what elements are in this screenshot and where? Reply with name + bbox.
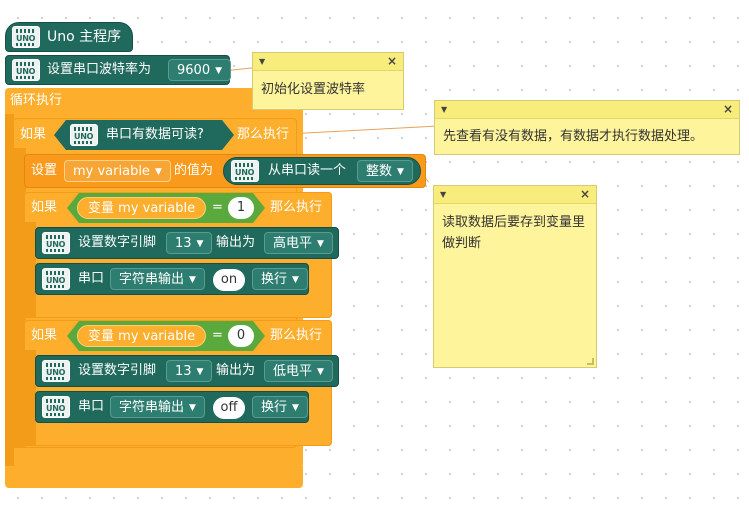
- chevron-down-icon: ▼: [189, 403, 196, 413]
- loop-label: 循环执行: [10, 93, 63, 108]
- comment-text[interactable]: 初始化设置波特率: [253, 71, 403, 110]
- uno-board-icon: UNO: [12, 59, 40, 81]
- chevron-down-icon: ▼: [292, 403, 299, 413]
- chevron-down-icon: ▼: [189, 275, 196, 285]
- pin-dropdown[interactable]: 13 ▼: [166, 360, 213, 382]
- serial-label: 串口: [78, 271, 105, 286]
- comment-check-data[interactable]: ▼ × 先查看有没有数据，有数据才执行数据处理。: [434, 100, 740, 155]
- uno-main-block[interactable]: UNO Uno 主程序: [5, 22, 133, 52]
- set-baud-block[interactable]: UNO 设置串口波特率为 9600 ▼: [5, 55, 232, 85]
- resize-handle[interactable]: [587, 358, 594, 365]
- if1-condition: 串口有数据可读?: [106, 127, 204, 142]
- if2-label: 如果: [31, 200, 58, 215]
- if1-label: 如果: [20, 127, 47, 142]
- op-equals: =: [212, 328, 223, 343]
- print-mode-dropdown[interactable]: 字符串输出 ▼: [110, 396, 205, 418]
- set-label: 设置: [31, 163, 58, 178]
- set-pin-label: 设置数字引脚: [78, 363, 157, 378]
- chevron-down-icon: ▼: [397, 167, 404, 177]
- newline-dropdown[interactable]: 换行 ▼: [252, 396, 308, 418]
- main-title: Uno 主程序: [47, 29, 122, 45]
- uno-board-icon: UNO: [42, 396, 70, 418]
- uno-board-icon: UNO: [42, 232, 70, 254]
- comment-link-line-2: [296, 125, 436, 134]
- comment-header[interactable]: ▼ ×: [253, 53, 403, 71]
- output-label: 输出为: [216, 363, 256, 378]
- loop-bottom: [5, 466, 303, 488]
- set-baud-label: 设置串口波特率为: [47, 62, 152, 77]
- chevron-down-icon: ▼: [154, 167, 162, 177]
- set-pin-label: 设置数字引脚: [78, 235, 157, 250]
- serial-print-on-block[interactable]: UNO 串口 字符串输出 ▼ on 换行 ▼: [35, 263, 309, 295]
- close-icon[interactable]: ×: [723, 102, 733, 116]
- chevron-down-icon: ▼: [317, 367, 324, 377]
- comment-link-line-1: [228, 67, 254, 71]
- uno-board-icon: UNO: [231, 160, 259, 182]
- serial-label: 串口: [78, 399, 105, 414]
- chevron-down-icon: ▼: [215, 66, 223, 76]
- read-type-dropdown[interactable]: 整数 ▼: [357, 160, 413, 182]
- uno-board-icon: UNO: [42, 360, 70, 382]
- if3-then-label: 那么执行: [270, 328, 323, 343]
- comment-baud[interactable]: ▼ × 初始化设置波特率: [252, 52, 404, 110]
- if3-label: 如果: [31, 328, 58, 343]
- collapse-triangle-icon[interactable]: ▼: [440, 190, 446, 199]
- serial-read-label: 从串口读一个: [268, 163, 347, 178]
- variable-dropdown[interactable]: my variable ▼: [64, 160, 171, 182]
- variable-getter[interactable]: 变量 my variable: [77, 325, 207, 347]
- close-icon[interactable]: ×: [387, 54, 397, 68]
- set-pin-low-block[interactable]: UNO 设置数字引脚 13 ▼ 输出为 低电平 ▼: [35, 355, 339, 387]
- compare-value-1[interactable]: 1: [228, 197, 254, 219]
- chevron-down-icon: ▼: [317, 239, 324, 249]
- newline-dropdown[interactable]: 换行 ▼: [252, 268, 308, 290]
- print-value-on[interactable]: on: [213, 269, 245, 291]
- uno-board-icon: UNO: [12, 26, 40, 48]
- compare-value-0[interactable]: 0: [228, 325, 254, 347]
- uno-board-icon: UNO: [42, 268, 70, 290]
- collapse-triangle-icon[interactable]: ▼: [441, 105, 447, 114]
- level-dropdown[interactable]: 高电平 ▼: [264, 232, 333, 254]
- serial-print-off-block[interactable]: UNO 串口 字符串输出 ▼ off 换行 ▼: [35, 391, 309, 423]
- variable-getter[interactable]: 变量 my variable: [77, 197, 207, 219]
- pin-dropdown[interactable]: 13 ▼: [166, 232, 213, 254]
- print-mode-dropdown[interactable]: 字符串输出 ▼: [110, 268, 205, 290]
- chevron-down-icon: ▼: [292, 275, 299, 285]
- collapse-triangle-icon[interactable]: ▼: [259, 57, 265, 66]
- output-label: 输出为: [216, 235, 256, 250]
- op-equals: =: [212, 200, 223, 215]
- comment-text[interactable]: 读取数据后要存到变量里做判断: [434, 204, 596, 264]
- value-of-label: 的值为: [174, 163, 214, 178]
- comment-header[interactable]: ▼ ×: [435, 101, 739, 119]
- chevron-down-icon: ▼: [196, 367, 204, 377]
- baud-dropdown[interactable]: 9600 ▼: [168, 59, 232, 81]
- set-pin-high-block[interactable]: UNO 设置数字引脚 13 ▼ 输出为 高电平 ▼: [35, 227, 339, 259]
- print-value-off[interactable]: off: [213, 397, 245, 419]
- comment-header[interactable]: ▼ ×: [434, 186, 596, 204]
- comment-text[interactable]: 先查看有没有数据，有数据才执行数据处理。: [435, 119, 739, 157]
- if2-then-label: 那么执行: [270, 200, 323, 215]
- comment-store-variable[interactable]: ▼ × 读取数据后要存到变量里做判断: [433, 185, 597, 368]
- chevron-down-icon: ▼: [196, 239, 204, 249]
- close-icon[interactable]: ×: [580, 187, 590, 201]
- if1-then-label: 那么执行: [237, 127, 290, 142]
- uno-board-icon: UNO: [70, 124, 98, 146]
- level-dropdown[interactable]: 低电平 ▼: [264, 360, 333, 382]
